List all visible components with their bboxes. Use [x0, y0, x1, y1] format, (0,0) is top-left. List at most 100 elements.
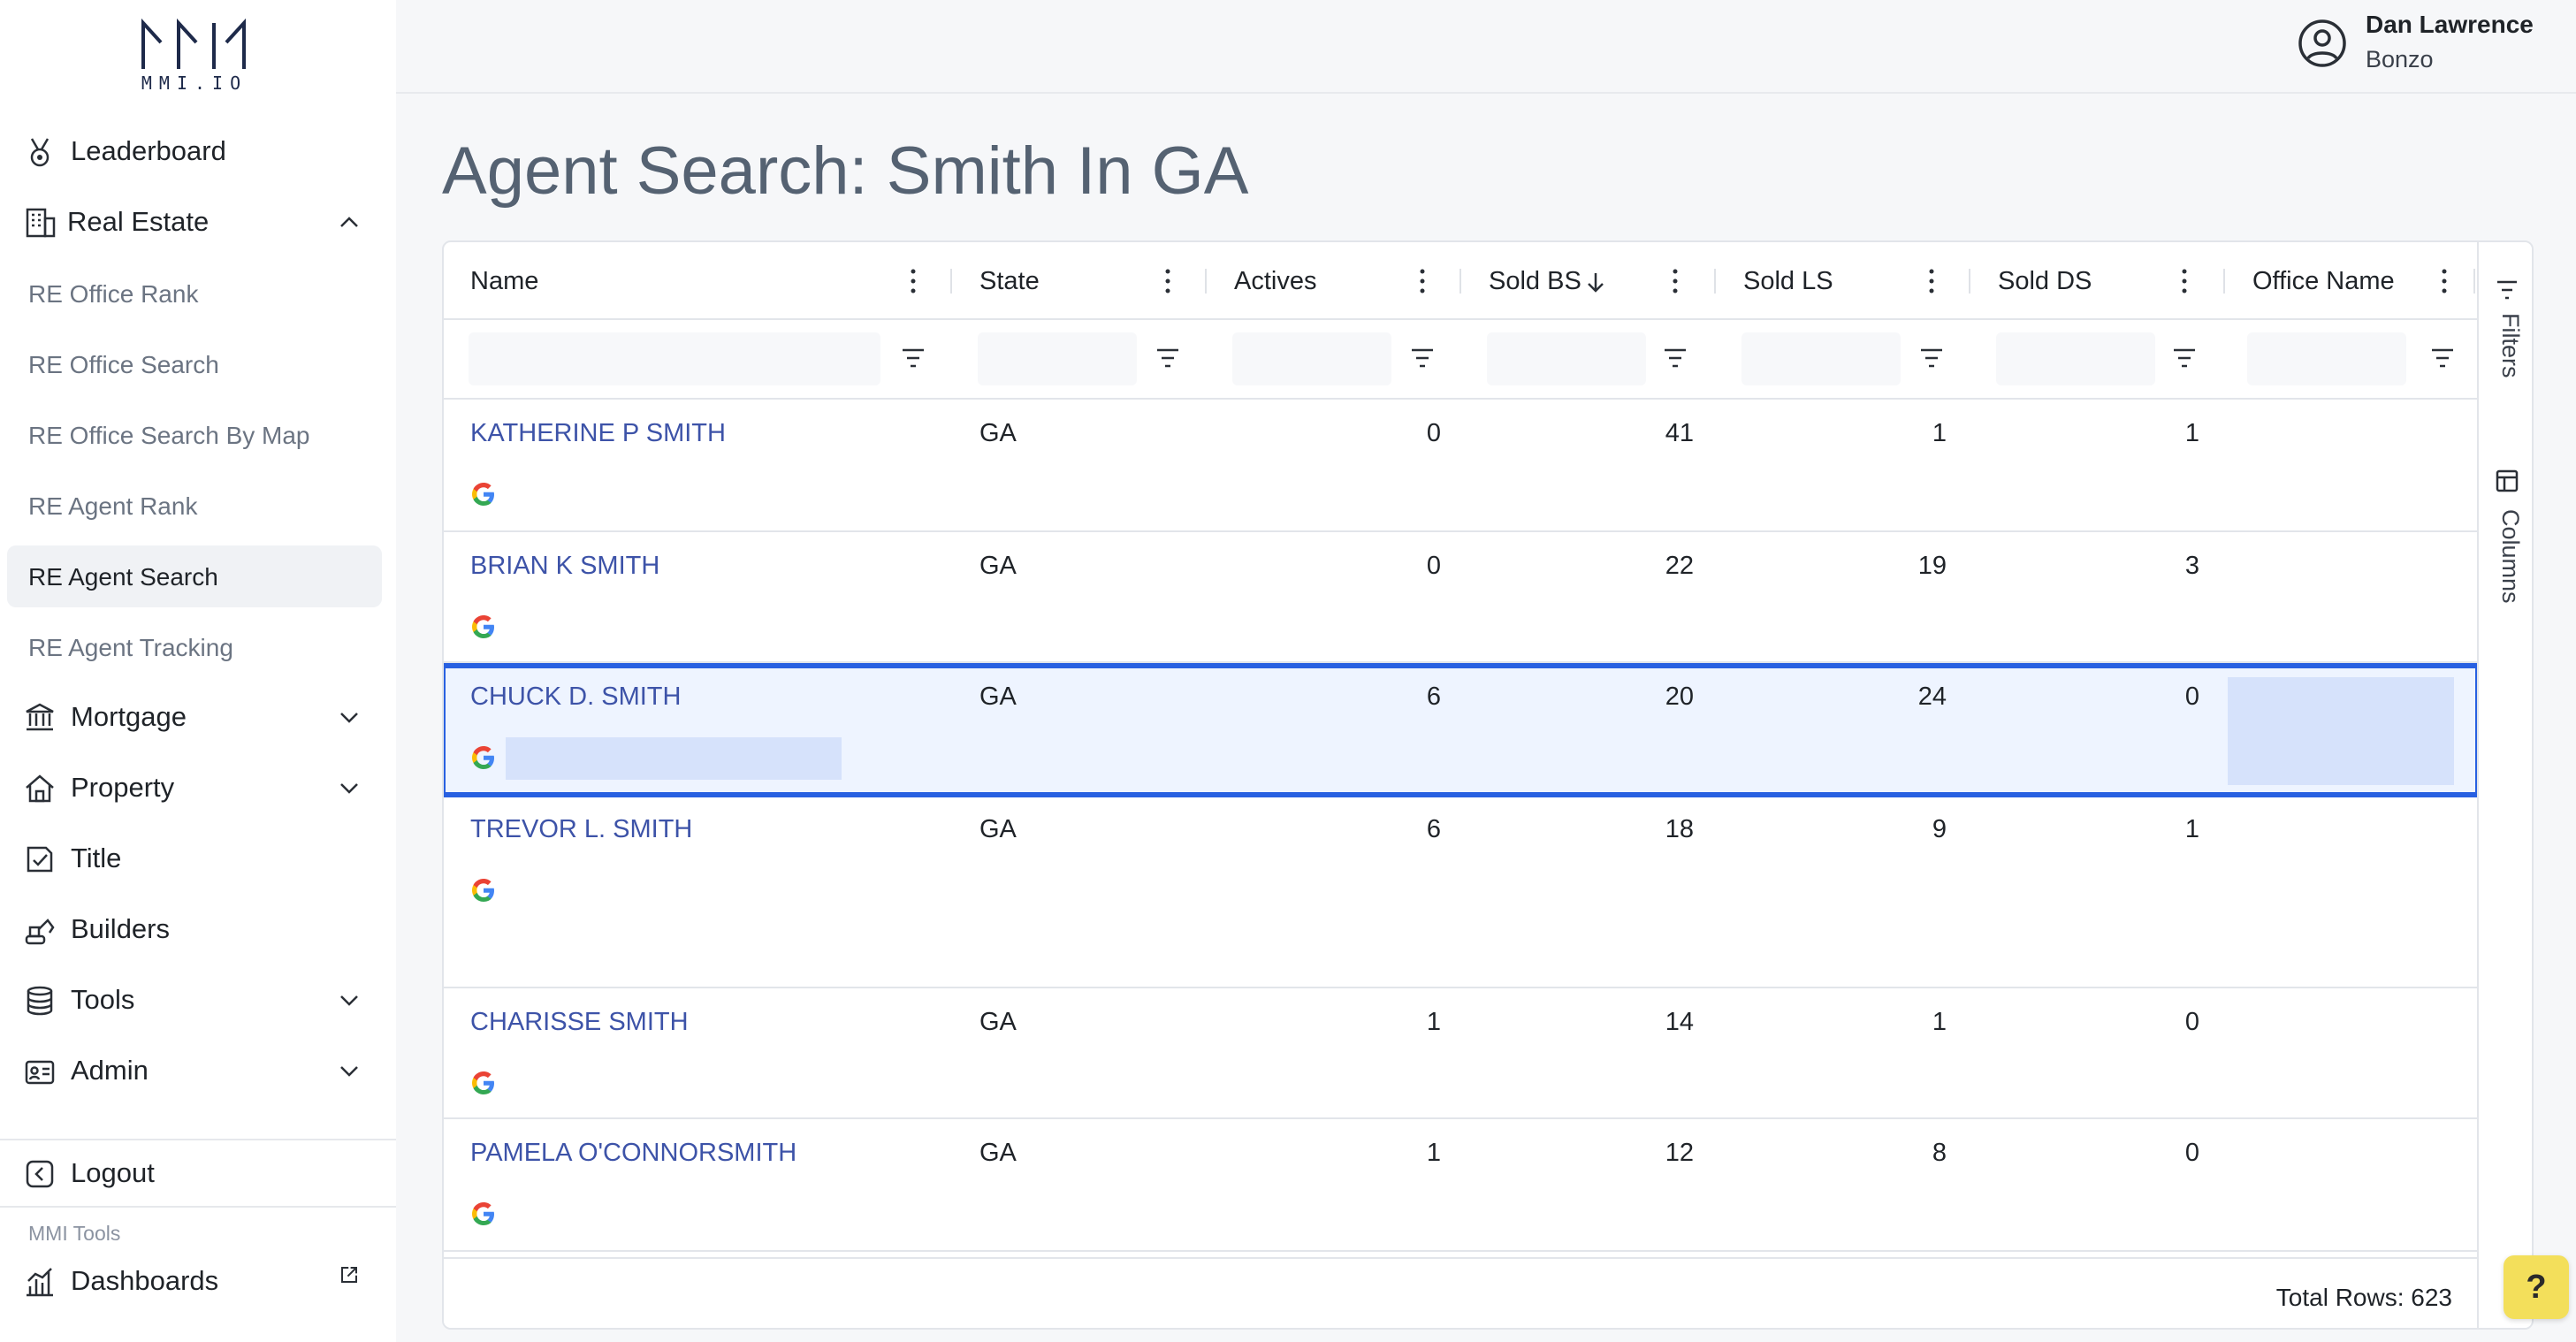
nav-re-office-rank[interactable]: RE Office Rank	[7, 263, 382, 324]
nav-admin[interactable]: Admin	[7, 1040, 382, 1102]
google-search-icon[interactable]	[470, 877, 497, 904]
nav-property[interactable]: Property	[7, 757, 382, 819]
excavator-icon	[25, 919, 55, 945]
columns-tab[interactable]: Columns	[2479, 469, 2532, 645]
table-row[interactable]: KATHERINE P SMITH GA 0 41 1 1	[444, 400, 2477, 532]
column-separator[interactable]	[2223, 269, 2225, 294]
filter-icon[interactable]	[1662, 347, 1688, 370]
column-header-sold-ls[interactable]: Sold LS	[1717, 242, 1971, 320]
sort-desc-icon[interactable]	[1584, 271, 1607, 295]
dashboards-link[interactable]: Dashboards	[7, 1250, 382, 1312]
column-menu-icon[interactable]	[2178, 267, 2191, 295]
nav-re-agent-tracking[interactable]: RE Agent Tracking	[7, 616, 382, 678]
filter-input-sold-bs[interactable]	[1487, 332, 1646, 385]
column-separator[interactable]	[950, 269, 952, 294]
column-header-sold-ds[interactable]: Sold DS	[1971, 242, 2226, 320]
nav-sub-label: RE Agent Tracking	[28, 634, 233, 661]
total-rows: Total Rows: 623	[2275, 1284, 2452, 1311]
filters-tab[interactable]: Filters	[2479, 278, 2532, 437]
table-row[interactable]: CHARISSE SMITH GA 1 14 1 0	[444, 988, 2477, 1119]
nav-sub-label: RE Agent Rank	[28, 492, 198, 520]
table-row[interactable]: BRIAN K SMITH GA 0 22 19 3	[444, 532, 2477, 663]
filter-input-state[interactable]	[978, 332, 1137, 385]
column-separator[interactable]	[1969, 269, 1970, 294]
column-label: Sold BS	[1489, 267, 1581, 295]
cell-sold-bs: 14	[1665, 1008, 1694, 1036]
agent-name-link[interactable]: KATHERINE P SMITH	[470, 419, 726, 448]
cell-sold-ds: 3	[2184, 552, 2199, 580]
column-separator[interactable]	[1459, 269, 1461, 294]
filter-input-actives[interactable]	[1232, 332, 1391, 385]
google-search-icon[interactable]	[470, 1201, 497, 1227]
column-menu-icon[interactable]	[907, 267, 919, 295]
nav-tools[interactable]: Tools	[7, 969, 382, 1031]
filter-icon[interactable]	[1918, 347, 1945, 370]
table-row[interactable]: PAMELA O'CONNORSMITH GA 1 12 8 0	[444, 1119, 2477, 1252]
filter-input-office-name[interactable]	[2247, 332, 2406, 385]
column-menu-icon[interactable]	[1925, 267, 1938, 295]
nav-real-estate[interactable]: Real Estate	[7, 191, 382, 253]
column-label: Office Name	[2252, 267, 2395, 295]
user-avatar-icon[interactable]	[2297, 18, 2348, 69]
nav-label: Mortgage	[71, 701, 187, 732]
filter-icon[interactable]	[2171, 347, 2198, 370]
column-header-name[interactable]: Name	[444, 242, 953, 320]
agent-name-link[interactable]: TREVOR L. SMITH	[470, 815, 692, 844]
filter-icon[interactable]	[1155, 347, 1181, 370]
column-separator[interactable]	[2473, 269, 2475, 294]
column-label: Name	[470, 267, 539, 295]
user-org: Bonzo	[2366, 46, 2434, 72]
nav-re-agent-rank[interactable]: RE Agent Rank	[7, 475, 382, 537]
filter-icon[interactable]	[900, 347, 926, 370]
table-row[interactable]: TREVOR L. SMITH GA 6 18 9 1	[444, 796, 2477, 988]
column-header-office-name[interactable]: Office Name	[2226, 242, 2477, 320]
logout-label: Logout	[71, 1157, 155, 1188]
cell-sold-ls: 9	[1932, 815, 1947, 843]
google-search-icon[interactable]	[470, 614, 497, 640]
column-separator[interactable]	[1714, 269, 1716, 294]
cell-actives: 6	[1426, 815, 1441, 843]
column-menu-icon[interactable]	[2438, 267, 2450, 295]
agent-name-link[interactable]: CHUCK D. SMITH	[470, 682, 681, 712]
column-header-sold-bs[interactable]: Sold BS	[1462, 242, 1717, 320]
column-header-state[interactable]: State	[953, 242, 1208, 320]
column-menu-icon[interactable]	[1669, 267, 1681, 295]
filter-icon[interactable]	[2429, 347, 2456, 370]
nav-re-office-search-by-map[interactable]: RE Office Search By Map	[7, 404, 382, 466]
nav-label: Title	[71, 843, 122, 873]
column-separator[interactable]	[1205, 269, 1207, 294]
filter-icon[interactable]	[1409, 347, 1436, 370]
nav-re-agent-search[interactable]: RE Agent Search	[7, 545, 382, 607]
nav-mortgage[interactable]: Mortgage	[7, 686, 382, 748]
nav-title[interactable]: Title	[7, 827, 382, 889]
table-row-selected[interactable]: CHUCK D. SMITH GA 6 20 24 0	[444, 663, 2481, 797]
agent-name-link[interactable]: CHARISSE SMITH	[470, 1008, 689, 1037]
filter-input-sold-ls[interactable]	[1741, 332, 1901, 385]
google-search-icon[interactable]	[470, 744, 497, 771]
help-button[interactable]: ?	[2504, 1255, 2569, 1319]
nav-leaderboard[interactable]: Leaderboard	[7, 120, 382, 182]
column-header-actives[interactable]: Actives	[1208, 242, 1462, 320]
filter-cell-state	[953, 320, 1208, 398]
user-name[interactable]: Dan Lawrence	[2366, 11, 2534, 39]
filter-input-name[interactable]	[469, 332, 880, 385]
grid-header-row: Name State Actives Sold BS Sold LS Sold …	[444, 242, 2477, 320]
mmi-tools-caption: MMI Tools	[28, 1222, 121, 1245]
logout-button[interactable]: Logout	[7, 1142, 382, 1204]
columns-icon	[2496, 469, 2519, 492]
mmi-logo-mark	[141, 18, 246, 69]
agent-name-link[interactable]: PAMELA O'CONNORSMITH	[470, 1139, 796, 1168]
google-search-icon[interactable]	[470, 1070, 497, 1096]
logo[interactable]: MMI.IO	[133, 18, 265, 97]
nav-re-office-search[interactable]: RE Office Search	[7, 333, 382, 395]
redacted-office-name	[2228, 677, 2454, 785]
cell-state: GA	[979, 815, 1017, 843]
column-menu-icon[interactable]	[1416, 267, 1429, 295]
cell-sold-bs: 20	[1665, 682, 1694, 711]
nav-builders[interactable]: Builders	[7, 898, 382, 960]
column-menu-icon[interactable]	[1162, 267, 1174, 295]
google-search-icon[interactable]	[470, 481, 497, 507]
cell-sold-ds: 1	[2184, 419, 2199, 447]
filter-input-sold-ds[interactable]	[1996, 332, 2155, 385]
agent-name-link[interactable]: BRIAN K SMITH	[470, 552, 659, 581]
